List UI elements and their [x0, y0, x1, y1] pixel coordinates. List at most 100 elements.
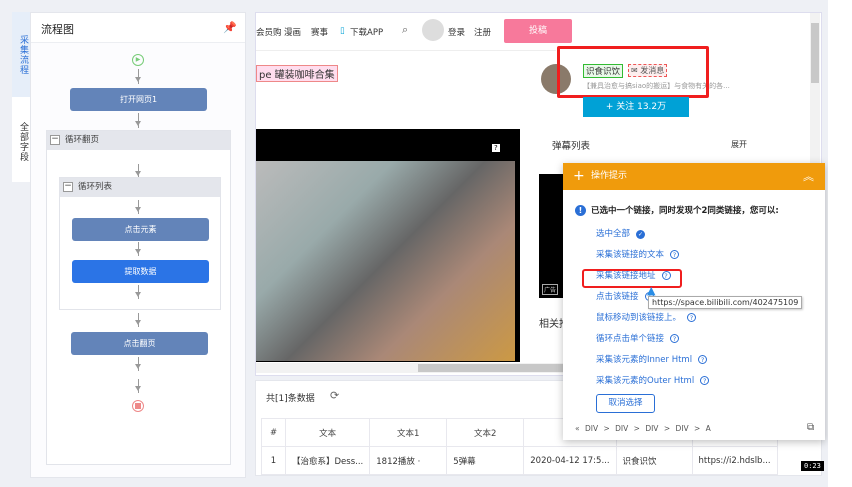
help-icon[interactable]: ? — [687, 313, 697, 322]
arrow — [135, 164, 141, 178]
cell: 5弹幕 — [446, 446, 525, 475]
cell: 识食识饮 — [615, 446, 693, 475]
collapse-icon[interactable]: − — [50, 135, 60, 145]
start-icon: ▶ — [132, 54, 144, 66]
option-outer-html[interactable]: 采集该元素的Outer Html? — [596, 374, 710, 386]
search-icon[interactable]: ⌕ — [402, 23, 408, 37]
ad-label: 广告 — [542, 284, 559, 295]
follow-button[interactable]: + 关注 13.2万 — [583, 97, 689, 117]
col-text[interactable]: 文本 — [284, 418, 371, 447]
arrow — [135, 113, 141, 128]
refresh-icon[interactable]: ⟳ — [330, 389, 339, 402]
upload-button[interactable]: 投稿 — [504, 19, 572, 43]
operation-tips-popup: + 操作提示 ︽ ! 已选中一个链接，同时发现个2同类链接，您可以: 选中全部 ✓ … — [563, 163, 825, 440]
loop-page: − 循环翻页 − 循环列表 点击元素 提取数据 点击翻页 — [46, 130, 231, 465]
help-icon[interactable]: ? — [700, 376, 710, 385]
option-label: 循环点击单个链接 — [596, 334, 665, 344]
option-inner-html[interactable]: 采集该元素的Inner Html? — [596, 353, 708, 365]
nav-vip[interactable]: 会员购 — [256, 26, 282, 38]
arrow — [135, 242, 141, 256]
col-text2[interactable]: 文本2 — [446, 418, 525, 447]
popup-title: 操作提示 — [591, 171, 628, 181]
option-click-link[interactable]: 点击该链接? — [596, 290, 654, 302]
option-label: 选中全部 — [596, 229, 631, 239]
tab-all-fields[interactable]: 全部字段 — [12, 112, 30, 172]
avatar[interactable] — [422, 19, 444, 41]
popup-info: ! 已选中一个链接，同时发现个2同类链接，您可以: — [575, 204, 779, 216]
highlight-box — [557, 46, 709, 98]
element-breadcrumb[interactable]: « DIV > DIV > DIV > DIV > A — [575, 424, 711, 433]
option-label: 鼠标移动到该链接上。 — [596, 313, 682, 323]
option-label: 采集该元素的Inner Html — [596, 355, 693, 365]
loop-list: − 循环列表 点击元素 提取数据 — [59, 177, 221, 310]
divider — [256, 50, 556, 51]
video-player[interactable]: ? — [256, 129, 520, 362]
cell: 【治愈系】Dess... — [284, 446, 371, 475]
end-icon — [132, 400, 144, 412]
collapse-up-icon[interactable]: ︽ — [803, 163, 814, 190]
loop-page-header[interactable]: − 循环翻页 — [47, 131, 230, 150]
nav-login[interactable]: 登录 — [448, 26, 465, 38]
nav-register[interactable]: 注册 — [474, 26, 491, 38]
info-icon: ! — [575, 205, 586, 216]
highlight-box — [582, 269, 682, 288]
arrow — [135, 285, 141, 299]
help-icon[interactable]: ? — [670, 250, 680, 259]
pin-icon[interactable]: 📌 — [223, 21, 237, 34]
right-margin — [828, 0, 852, 487]
flow-title: 流程图 — [41, 23, 74, 36]
move-icon[interactable]: + — [573, 163, 585, 190]
node-click-element[interactable]: 点击元素 — [72, 218, 209, 241]
danmu-list-label[interactable]: 弹幕列表 — [552, 138, 590, 152]
option-label: 采集该元素的Outer Html — [596, 376, 695, 386]
option-label: 点击该链接 — [596, 292, 639, 302]
url-tooltip: https://space.bilibili.com/402475109 — [648, 296, 803, 309]
arrow — [135, 379, 141, 393]
cell: 1812播放 · — [369, 446, 448, 475]
nav-download-app[interactable]: 下载APP — [350, 26, 383, 38]
flow-header: 流程图 📌 — [31, 13, 245, 43]
option-loop-click[interactable]: 循环点击单个链接? — [596, 332, 680, 344]
side-tabs: 采集流程 全部字段 — [12, 12, 30, 182]
popup-header[interactable]: + 操作提示 ︽ — [563, 163, 825, 190]
check-icon: ✓ — [636, 230, 646, 239]
expand-link[interactable]: 展开 — [731, 139, 747, 150]
option-label: 采集该链接的文本 — [596, 250, 665, 260]
arrow — [135, 200, 141, 214]
option-extract-link-text[interactable]: 采集该链接的文本? — [596, 248, 680, 260]
app-frame: 采集流程 全部字段 流程图 📌 ▶ 打开网页1 − 循环翻页 − 循环列表 点击元素… — [0, 0, 828, 487]
help-icon[interactable]: ? — [698, 355, 708, 364]
arrow — [135, 357, 141, 371]
node-open-page[interactable]: 打开网页1 — [70, 88, 207, 111]
col-text1[interactable]: 文本1 — [369, 418, 448, 447]
arrow — [135, 313, 141, 327]
video-time: 0:23 — [801, 461, 824, 471]
node-next-page[interactable]: 点击翻页 — [71, 332, 208, 355]
loop-list-header[interactable]: − 循环列表 — [60, 178, 220, 197]
video-frame — [256, 161, 515, 361]
help-icon[interactable]: ? — [670, 334, 680, 343]
cell: https://i2.hdslb... — [691, 446, 778, 475]
loop-list-label: 循环列表 — [78, 182, 113, 192]
flow-panel: 流程图 📌 ▶ 打开网页1 − 循环翻页 − 循环列表 点击元素 提取数据 点击翻页 — [30, 12, 246, 478]
nav-match[interactable]: 赛事 — [311, 26, 328, 38]
scroll-thumb[interactable] — [418, 364, 568, 372]
help-icon[interactable]: ? — [492, 144, 500, 152]
scroll-thumb[interactable] — [811, 23, 819, 83]
tab-workflow[interactable]: 采集流程 — [12, 12, 30, 97]
collapse-icon[interactable]: − — [63, 182, 73, 192]
video-title[interactable]: pe 罐装咖啡合集 — [256, 65, 338, 82]
loop-page-label: 循环翻页 — [65, 135, 100, 145]
node-extract-data[interactable]: 提取数据 — [72, 260, 209, 283]
option-select-all[interactable]: 选中全部 ✓ — [596, 227, 646, 239]
cell: 1 — [261, 446, 286, 475]
table-row: 1 【治愈系】Dess... 1812播放 · 5弹幕 2020-04-12 1… — [261, 446, 778, 475]
option-hover-link[interactable]: 鼠标移动到该链接上。? — [596, 311, 697, 323]
nav-manga[interactable]: 漫画 — [284, 26, 301, 38]
arrow — [135, 69, 141, 84]
cancel-selection-button[interactable]: 取消选择 — [596, 394, 655, 413]
breadcrumb-path: DIV > DIV > DIV > DIV > A — [584, 424, 711, 433]
cell: 2020-04-12 17:5... — [523, 446, 617, 475]
phone-icon: ▯ — [340, 26, 345, 36]
external-link-icon[interactable]: ⧉ — [807, 422, 814, 433]
